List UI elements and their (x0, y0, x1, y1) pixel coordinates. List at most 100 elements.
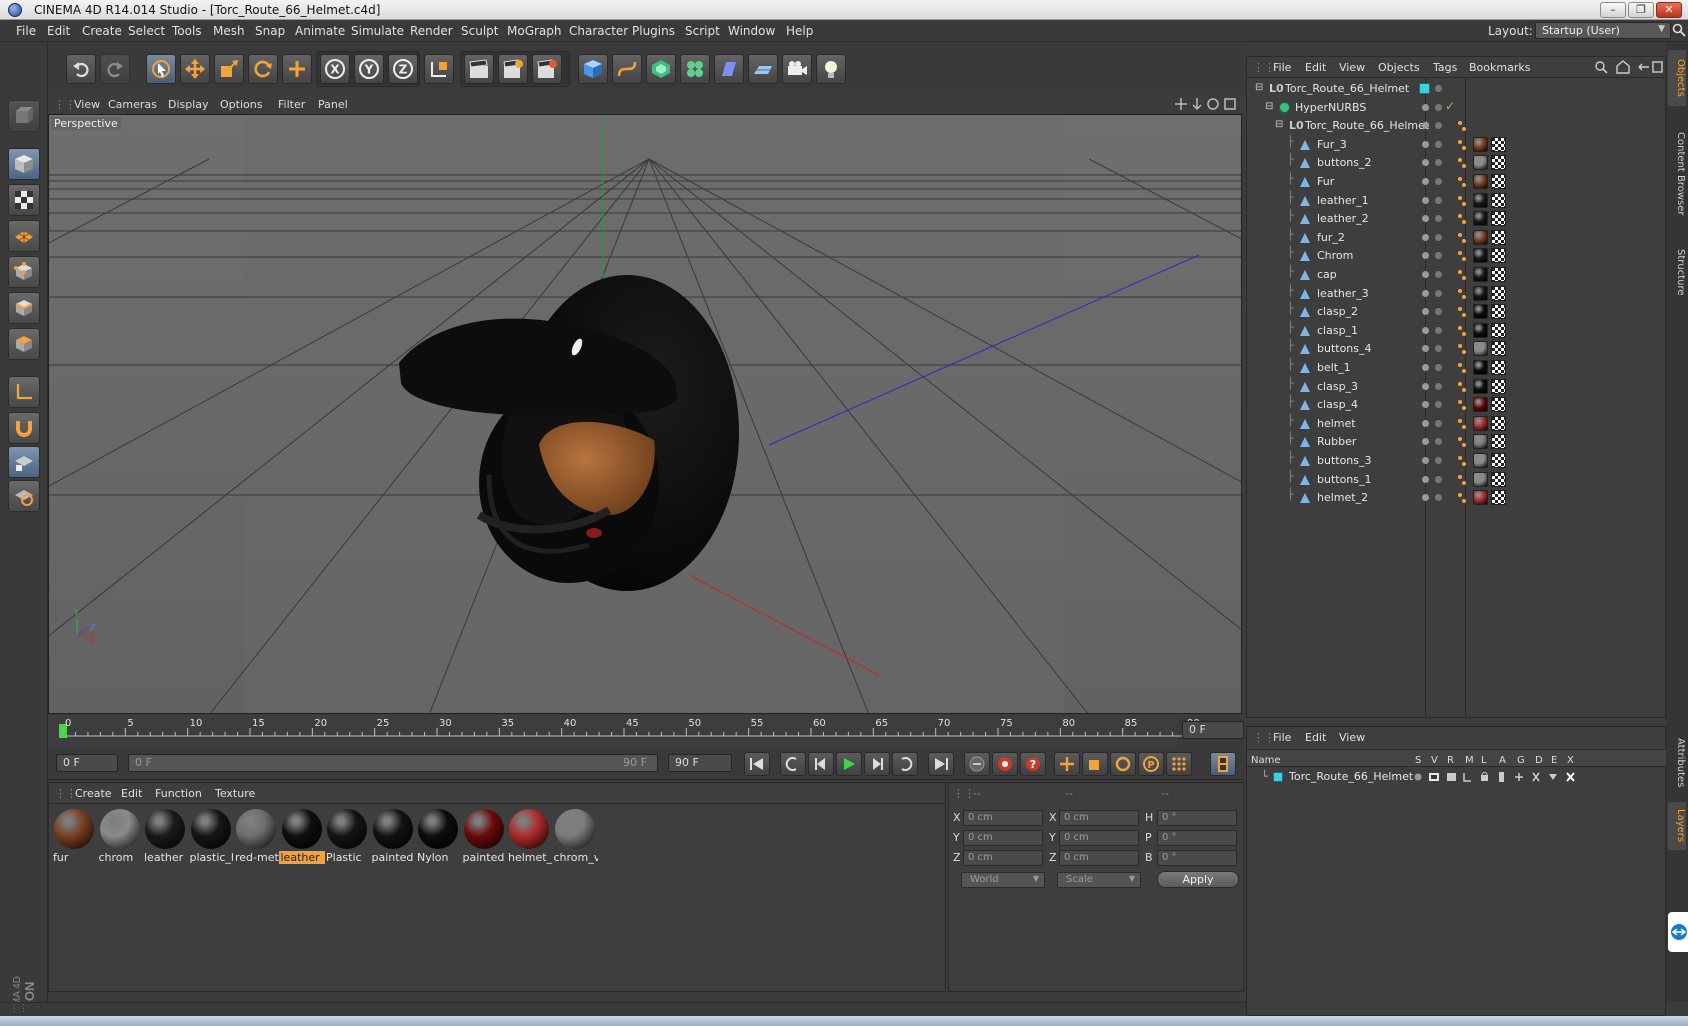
phong-tag-icon[interactable] (1457, 325, 1467, 337)
phong-tag-icon[interactable] (1457, 362, 1467, 374)
layer-menu-view[interactable]: View (1339, 731, 1365, 744)
render-visibility-dot[interactable] (1435, 85, 1442, 92)
material-menu-edit[interactable]: Edit (121, 787, 142, 800)
object-row[interactable]: ├ buttons_1 (1247, 470, 1667, 490)
material-tag[interactable] (1473, 322, 1488, 338)
material-tag[interactable] (1473, 285, 1488, 301)
uvw-tag[interactable] (1491, 267, 1506, 282)
object-manager-nav-icons[interactable] (1595, 60, 1663, 74)
render-visibility-dot[interactable] (1435, 438, 1442, 446)
object-row[interactable]: ├ Fur_3 (1247, 135, 1667, 155)
phong-tag-icon[interactable] (1457, 176, 1467, 188)
menu-plugins[interactable]: Plugins (632, 24, 675, 38)
editor-visibility-dot[interactable] (1422, 215, 1429, 223)
render-visibility-dot[interactable] (1435, 382, 1442, 390)
texture-mode-button[interactable] (8, 184, 40, 216)
viewport-navigation-icons[interactable] (1175, 97, 1239, 111)
editor-visibility-dot[interactable] (1422, 308, 1429, 316)
search-icon[interactable] (1672, 23, 1686, 37)
render-visibility-dot[interactable] (1435, 271, 1442, 278)
frame-range-slider[interactable]: 0 F 90 F (128, 754, 658, 772)
pos-z-field[interactable]: 0 cm (963, 850, 1043, 866)
viewport-menu-view[interactable]: View (74, 98, 100, 111)
uvw-tag[interactable] (1491, 490, 1506, 506)
material-menu-create[interactable]: Create (75, 787, 112, 800)
phong-tag-icon[interactable] (1457, 306, 1467, 318)
editor-visibility-dot[interactable] (1422, 289, 1429, 297)
tab-objects[interactable]: Objects (1668, 50, 1686, 106)
object-row[interactable]: ⊟ L0 Torc_Route_66_Helmet (1247, 79, 1667, 99)
z-axis-lock-button[interactable]: Z (388, 54, 418, 84)
rotate-button[interactable] (248, 54, 278, 84)
rot-p-field[interactable]: 0 ° (1157, 830, 1237, 846)
editor-visibility-dot[interactable] (1422, 178, 1429, 185)
uvw-tag[interactable] (1491, 136, 1506, 152)
menu-window[interactable]: Window (728, 24, 775, 38)
render-visibility-dot[interactable] (1435, 196, 1442, 204)
render-visibility-dot[interactable] (1435, 140, 1442, 148)
menu-render[interactable]: Render (410, 24, 453, 38)
material-tag[interactable] (1473, 360, 1488, 375)
editor-visibility-dot[interactable] (1422, 345, 1429, 353)
layer-toggle-icons[interactable] (1413, 771, 1583, 783)
object-row[interactable]: ├ clasp_4 (1247, 395, 1667, 415)
tab-attributes[interactable]: Attributes (1668, 728, 1686, 798)
material-swatch[interactable]: plastic_l (188, 807, 234, 865)
redo-button[interactable] (100, 54, 130, 84)
editor-visibility-dot[interactable] (1422, 457, 1429, 464)
checkmark-icon[interactable]: ✓ (1445, 99, 1455, 113)
uvw-tag[interactable] (1491, 341, 1506, 357)
go-to-end-button[interactable] (928, 752, 954, 776)
render-visibility-dot[interactable] (1435, 308, 1442, 316)
material-tag[interactable] (1473, 397, 1488, 413)
record-active-button[interactable] (964, 752, 990, 776)
close-button[interactable]: ✕ (1656, 2, 1682, 18)
edges-mode-button[interactable] (8, 292, 40, 324)
size-z-field[interactable]: 0 cm (1059, 850, 1139, 866)
coordinate-mode-dropdown[interactable]: World ▼ (961, 872, 1045, 888)
menu-tools[interactable]: Tools (172, 24, 202, 38)
end-frame-field[interactable]: 90 F (668, 754, 732, 772)
object-row[interactable]: ├ fur_2 (1247, 228, 1667, 248)
editor-visibility-dot[interactable] (1422, 159, 1429, 167)
expand-icon[interactable]: ⊟ (1275, 119, 1283, 130)
size-mode-dropdown[interactable]: Scale ▼ (1057, 872, 1141, 888)
material-tag[interactable] (1473, 378, 1488, 394)
render-visibility-dot[interactable] (1435, 252, 1442, 260)
object-row[interactable]: ├ clasp_2 (1247, 302, 1667, 322)
layer-menu-edit[interactable]: Edit (1305, 731, 1326, 744)
editor-visibility-dot[interactable] (1422, 438, 1429, 446)
object-row[interactable]: ⊟ HyperNURBS ✓ (1247, 98, 1667, 118)
light-button[interactable] (816, 54, 846, 84)
menu-snap[interactable]: Snap (255, 24, 285, 38)
scale-button[interactable] (214, 54, 244, 84)
menu-simulate[interactable]: Simulate (351, 24, 404, 38)
render-view-button[interactable] (464, 54, 494, 84)
autokey-button[interactable] (992, 752, 1018, 776)
menu-character[interactable]: Character (569, 24, 628, 38)
render-visibility-dot[interactable] (1435, 345, 1442, 353)
material-tag[interactable] (1473, 136, 1488, 152)
phong-tag-icon[interactable] (1457, 343, 1467, 355)
object-menu-bookmarks[interactable]: Bookmarks (1469, 61, 1530, 74)
material-tag[interactable] (1473, 415, 1488, 431)
viewport-menu-display[interactable]: Display (168, 98, 209, 111)
cube-object-button[interactable] (578, 54, 608, 84)
tab-layers[interactable]: Layers (1668, 802, 1686, 850)
material-swatch[interactable]: red-met (233, 807, 279, 865)
material-swatch[interactable]: fur (51, 807, 97, 865)
polygons-mode-button[interactable] (8, 328, 40, 360)
menu-file[interactable]: File (16, 24, 36, 38)
menu-script[interactable]: Script (685, 24, 720, 38)
layer-menu-file[interactable]: File (1273, 731, 1291, 744)
rot-h-field[interactable]: 0 ° (1157, 810, 1237, 826)
teamviewer-tab[interactable] (1668, 912, 1688, 952)
material-swatch[interactable]: chrom_v (552, 807, 598, 865)
move-button[interactable] (180, 54, 210, 84)
spline-button[interactable] (612, 54, 642, 84)
material-tag[interactable] (1473, 341, 1488, 357)
material-tag[interactable] (1473, 155, 1488, 171)
workplane-mode-button[interactable] (8, 220, 40, 252)
current-frame-field[interactable]: 0 F (1182, 721, 1244, 739)
material-tag[interactable] (1473, 304, 1488, 320)
